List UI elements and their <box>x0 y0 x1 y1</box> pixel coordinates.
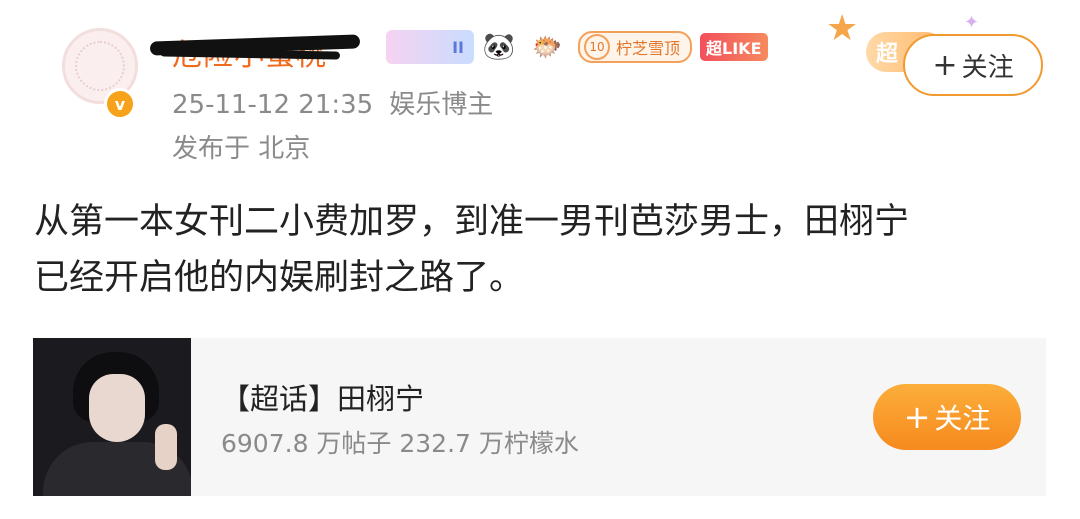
plus-icon: + <box>932 47 958 83</box>
follow-topic-button[interactable]: + 关注 <box>873 384 1021 450</box>
topic-title[interactable]: 【超话】田栩宁 <box>221 376 424 418</box>
user-badges: II 🐼 🐡 10 柠芝雪顶 超LIKE <box>386 30 768 64</box>
constellation-badge[interactable]: II <box>386 30 474 64</box>
fan-level-number: 10 <box>584 34 610 60</box>
topic-photo[interactable] <box>33 338 191 496</box>
fish-icon[interactable]: 🐡 <box>524 30 570 64</box>
post-content-line: 已经开启他的内娱刷封之路了。 <box>34 258 525 298</box>
fan-level-label: 柠芝雪顶 <box>616 39 681 58</box>
post-meta: 25-11-12 21:35 娱乐博主 <box>172 84 493 121</box>
author-category: 娱乐博主 <box>389 90 494 120</box>
sparkle-icon: ✦ <box>964 12 980 33</box>
post-location: 发布于 北京 <box>172 134 311 164</box>
post-content-line: 从第一本女刊二小费加罗，到准一男刊芭莎男士，田栩宁 <box>34 202 910 242</box>
plus-icon: + <box>903 398 931 436</box>
panda-icon[interactable]: 🐼 <box>482 30 516 64</box>
topic-stats: 6907.8 万帖子 232.7 万柠檬水 <box>221 429 579 458</box>
follow-author-button[interactable]: + 关注 <box>903 34 1043 96</box>
fan-level-badge[interactable]: 10 柠芝雪顶 <box>578 31 693 63</box>
verified-badge-icon: v <box>104 88 136 120</box>
follow-topic-label: 关注 <box>934 402 991 435</box>
post-content: 从第一本女刊二小费加罗，到准一男刊芭莎男士，田栩宁 已经开启他的内娱刷封之路了。 <box>34 194 1044 306</box>
post-timestamp: 25-11-12 21:35 <box>172 90 374 120</box>
super-like-badge[interactable]: 超LIKE <box>700 33 768 61</box>
follow-author-label: 关注 <box>961 52 1014 83</box>
star-icon: ★ <box>826 8 859 49</box>
